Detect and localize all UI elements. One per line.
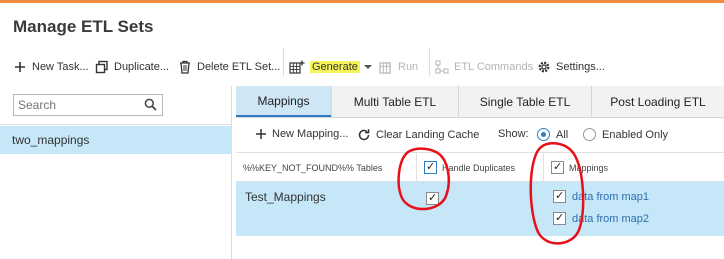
plus-icon: [13, 60, 27, 74]
mapping-item[interactable]: data from map1: [553, 189, 649, 203]
table-row[interactable]: Test_Mappings data from map1 data from m…: [236, 182, 724, 236]
search-input[interactable]: [14, 95, 134, 115]
delete-etl-set-label: Delete ETL Set...: [197, 61, 281, 73]
grid-header: %%KEY_NOT_FOUND%% Tables Handle Duplicat…: [236, 152, 724, 182]
main-toolbar: New Task... Duplicate... Delete ETL Set.…: [0, 52, 724, 82]
column-header-tables: %%KEY_NOT_FOUND%% Tables: [243, 162, 383, 173]
tab-multi-table-etl[interactable]: Multi Table ETL: [331, 86, 458, 117]
mappings-header-label: Mappings: [569, 162, 609, 173]
clear-landing-cache-label: Clear Landing Cache: [376, 129, 480, 141]
etl-commands-button[interactable]: ETL Commands: [435, 57, 533, 77]
run-grid-icon: [379, 60, 393, 74]
tab-bar: Mappings Multi Table ETL Single Table ET…: [236, 86, 724, 118]
handle-duplicates-header-checkbox[interactable]: [424, 160, 437, 174]
generate-grid-icon: [289, 60, 305, 74]
show-all-label: All: [556, 128, 569, 141]
chevron-down-icon[interactable]: [363, 65, 372, 69]
show-all-radio[interactable]: All: [537, 128, 568, 141]
duplicate-button[interactable]: Duplicate...: [95, 57, 169, 77]
toolbar-divider: [283, 48, 284, 76]
divider: [0, 124, 232, 125]
tab-post-loading-etl[interactable]: Post Loading ETL: [591, 86, 724, 117]
duplicate-icon: [95, 60, 109, 74]
mapping-label[interactable]: data from map1: [572, 191, 649, 203]
table-name-cell: Test_Mappings: [245, 190, 326, 204]
mappings-grid: %%KEY_NOT_FOUND%% Tables Handle Duplicat…: [236, 152, 724, 259]
etl-commands-icon: [435, 60, 449, 74]
run-label: Run: [398, 61, 419, 73]
new-task-button[interactable]: New Task...: [13, 57, 89, 77]
radio-selected-icon: [537, 128, 550, 141]
mapping-item[interactable]: data from map2: [553, 211, 649, 225]
plus-icon: [255, 128, 267, 140]
top-accent-bar: [0, 0, 724, 3]
gear-icon: [537, 60, 551, 74]
tab-single-table-etl[interactable]: Single Table ETL: [458, 86, 591, 117]
tab-mappings[interactable]: Mappings: [236, 86, 331, 117]
mapping-label[interactable]: data from map2: [572, 213, 649, 225]
new-task-label: New Task...: [32, 61, 89, 73]
show-enabled-only-label: Enabled Only: [602, 128, 669, 141]
settings-label: Settings...: [556, 61, 605, 73]
show-label: Show:: [498, 128, 529, 140]
refresh-icon: [357, 128, 371, 142]
etl-set-list-panel: two_mappings: [0, 86, 232, 259]
delete-etl-set-button[interactable]: Delete ETL Set...: [178, 57, 280, 77]
duplicate-label: Duplicate...: [114, 61, 170, 73]
mapping-checkbox[interactable]: [553, 189, 566, 203]
mapping-checkbox[interactable]: [553, 211, 566, 225]
mappings-header-checkbox[interactable]: [551, 160, 564, 174]
mappings-toolbar: New Mapping... Clear Landing Cache Show:…: [236, 118, 724, 152]
page-title: Manage ETL Sets: [13, 17, 154, 36]
column-header-mappings[interactable]: Mappings: [551, 153, 608, 182]
clear-landing-cache-button[interactable]: Clear Landing Cache: [357, 128, 479, 142]
generate-button[interactable]: Generate: [289, 57, 372, 77]
trash-icon: [178, 60, 192, 74]
radio-unselected-icon: [583, 128, 596, 141]
handle-duplicates-checkbox[interactable]: [426, 191, 439, 205]
etl-set-item[interactable]: two_mappings: [0, 126, 232, 154]
search-box: [13, 94, 163, 116]
settings-button[interactable]: Settings...: [537, 57, 605, 77]
show-enabled-only-radio[interactable]: Enabled Only: [583, 128, 668, 141]
etl-commands-label: ETL Commands: [454, 61, 534, 73]
column-header-handle-duplicates[interactable]: Handle Duplicates: [424, 153, 515, 182]
generate-label: Generate: [310, 61, 360, 73]
new-mapping-label: New Mapping...: [272, 128, 349, 140]
handle-duplicates-header-label: Handle Duplicates: [442, 162, 516, 173]
search-icon[interactable]: [144, 98, 157, 116]
new-mapping-button[interactable]: New Mapping...: [255, 128, 348, 140]
run-button[interactable]: Run: [379, 57, 418, 77]
toolbar-divider: [429, 48, 430, 76]
